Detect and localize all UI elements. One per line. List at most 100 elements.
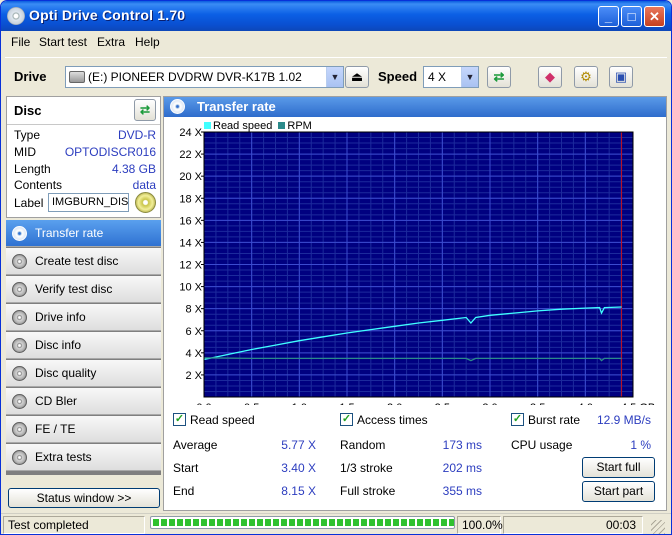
y-tick-label: 16 X: [179, 215, 202, 227]
random-value: 173 ms: [442, 438, 482, 452]
speed-select[interactable]: 4 X ▼: [423, 66, 479, 88]
full-stroke-label: Full stroke: [340, 484, 396, 498]
y-tick-label: 2 X: [185, 370, 202, 382]
disc-icon: [12, 338, 27, 353]
test-nav: Transfer rate Create test disc Verify te…: [6, 220, 161, 475]
disc-icon: [12, 254, 27, 269]
nav-verify-test-disc[interactable]: Verify test disc: [6, 276, 161, 303]
burst-rate-value: 12.9 MB/s: [596, 413, 651, 427]
x-tick-label: 3.0: [482, 402, 497, 405]
drive-toolbar: Drive (E:) PIONEER DVDRW DVR-K17B 1.02 ▼…: [5, 57, 667, 95]
y-tick-label: 14 X: [179, 237, 202, 249]
third-stroke-value: 202 ms: [442, 461, 482, 475]
read-speed-label: Read speed: [190, 413, 255, 427]
drive-icon: [69, 71, 85, 83]
disc-icon: [12, 310, 27, 325]
nav-label: Disc quality: [35, 366, 97, 380]
settings-button[interactable]: ⚙: [574, 66, 598, 88]
end-label: End: [173, 484, 195, 498]
burst-rate-label: Burst rate: [528, 413, 581, 427]
close-button[interactable]: ✕: [644, 6, 665, 27]
status-text: Test completed: [3, 516, 145, 534]
transfer-rate-chart: Read speed RPM 2 X4 X6 X8 X 10 X 12 X 14 X1…: [164, 117, 666, 405]
third-stroke-label: 1/3 stroke: [340, 461, 393, 475]
chevron-down-icon[interactable]: ▼: [326, 67, 343, 87]
menu-start-test[interactable]: Start test: [39, 35, 87, 49]
start-value: 3.40 X: [281, 461, 316, 475]
start-part-button[interactable]: Start part: [582, 481, 655, 502]
disc-row-value: 4.38 GB: [111, 162, 156, 176]
disc-row-value: OPTODISCR016: [64, 145, 156, 159]
disc-icon: [12, 450, 27, 465]
disc-refresh-button[interactable]: ⇄: [134, 99, 156, 121]
menu-file[interactable]: File: [11, 35, 30, 49]
x-tick-label: 4.0: [578, 402, 593, 405]
chevron-down-icon[interactable]: ▼: [461, 67, 478, 87]
nav-extra-tests[interactable]: Extra tests: [6, 444, 161, 471]
start-label: Start: [173, 461, 199, 475]
transfer-rate-panel: Transfer rate Read speed RPM 2 X4 X6 X8 …: [163, 96, 667, 511]
panel-title: Transfer rate: [197, 99, 276, 114]
drive-select-value: (E:) PIONEER DVDRW DVR-K17B 1.02: [88, 70, 302, 84]
disc-label-field[interactable]: IMGBURN_DIS: [48, 193, 129, 212]
disc-icon: [12, 226, 27, 241]
nav-disc-info[interactable]: Disc info: [6, 332, 161, 359]
nav-label: FE / TE: [35, 422, 76, 436]
disc-row-value: data: [132, 178, 156, 192]
full-stroke-value: 355 ms: [442, 484, 482, 498]
disc-app-icon: [7, 7, 25, 25]
disc-row-key: Type: [14, 128, 41, 142]
chart-plot: 2 X 4 X 6 X 8 X 10 X 12 X 14 X 16 X 18 X 20 X 22 X…: [179, 127, 655, 405]
minimize-button[interactable]: _: [598, 6, 619, 27]
drive-select[interactable]: (E:) PIONEER DVDRW DVR-K17B 1.02 ▼: [65, 66, 344, 88]
y-tick-label: 22 X: [179, 149, 202, 161]
read-speed-checkbox[interactable]: ✓: [173, 413, 186, 426]
menu-help[interactable]: Help: [135, 35, 160, 49]
elapsed-time: 00:03: [503, 516, 643, 534]
menu-bar: File Start test Extra Help: [1, 31, 671, 53]
eraser-button[interactable]: ◆: [538, 66, 562, 88]
nav-fe-te[interactable]: FE / TE: [6, 416, 161, 443]
divider: [7, 124, 160, 125]
disc-row-key: Contents: [14, 178, 63, 192]
disc-row-length: Length 4.38 GB: [14, 162, 156, 178]
refresh-speed-button[interactable]: ⇄: [487, 66, 511, 88]
nav-cd-bler[interactable]: CD Bler: [6, 388, 161, 415]
x-tick-label: 2.5: [435, 402, 450, 405]
status-window-button[interactable]: Status window >>: [8, 488, 160, 508]
window-title: Opti Drive Control 1.70: [29, 7, 186, 23]
disc-label-icon[interactable]: [135, 192, 156, 213]
nav-create-test-disc[interactable]: Create test disc: [6, 248, 161, 275]
drive-label: Drive: [14, 69, 47, 84]
nav-transfer-rate[interactable]: Transfer rate: [6, 220, 161, 247]
disc-row-key: MID: [14, 145, 36, 159]
random-label: Random: [340, 438, 386, 452]
end-value: 8.15 X: [281, 484, 316, 498]
title-bar[interactable]: Opti Drive Control 1.70 _ □ ✕: [1, 1, 671, 31]
disc-icon: [12, 394, 27, 409]
average-label: Average: [173, 438, 218, 452]
y-tick-label: 4 X: [185, 348, 202, 360]
access-times-checkbox[interactable]: ✓: [340, 413, 353, 426]
eject-button[interactable]: ⏏: [345, 66, 369, 88]
burst-rate-checkbox[interactable]: ✓: [511, 413, 524, 426]
nav-label: Verify test disc: [35, 282, 113, 296]
nav-drive-info[interactable]: Drive info: [6, 304, 161, 331]
nav-label: CD Bler: [35, 394, 78, 408]
resize-grip[interactable]: [651, 520, 665, 534]
nav-label: Create test disc: [35, 254, 119, 268]
speed-label: Speed: [378, 69, 418, 84]
save-button[interactable]: ▣: [609, 66, 633, 88]
disc-row-contents: Contents data: [14, 178, 156, 194]
app-window: Opti Drive Control 1.70 _ □ ✕ File Start…: [0, 0, 672, 535]
y-tick-label: 24 X: [179, 127, 202, 139]
start-full-button[interactable]: Start full: [582, 457, 655, 478]
menu-extra[interactable]: Extra: [97, 35, 125, 49]
stats-area: ✓ Read speed ✓ Access times ✓ Burst rate…: [164, 407, 666, 511]
nav-label: Transfer rate: [35, 226, 104, 240]
nav-disc-quality[interactable]: Disc quality: [6, 360, 161, 387]
cpu-usage-value: 1 %: [630, 438, 651, 452]
maximize-button[interactable]: □: [621, 6, 642, 27]
progress-bar: [150, 516, 455, 529]
panel-header: Transfer rate: [164, 97, 666, 117]
